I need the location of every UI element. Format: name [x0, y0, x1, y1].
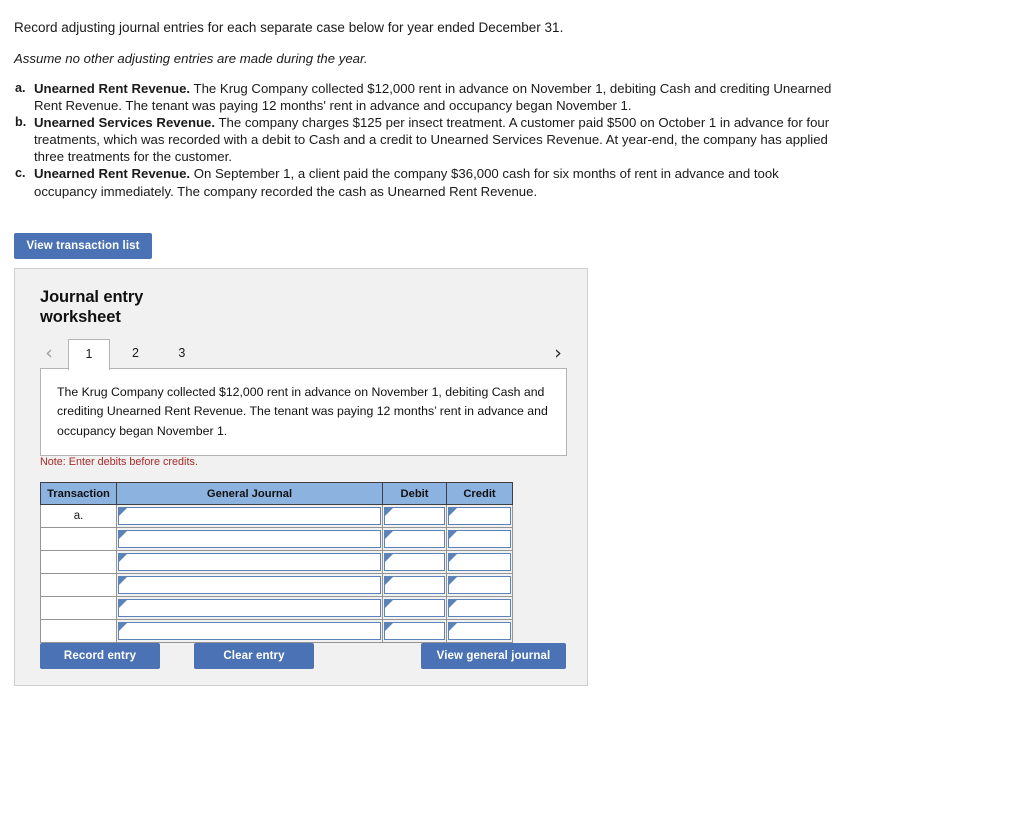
debit-cell[interactable] [382, 596, 447, 620]
case-marker: c. [15, 166, 26, 181]
chevron-left-icon[interactable]: ‹ [40, 339, 58, 367]
problem-lead: Record adjusting journal entries for eac… [14, 20, 564, 35]
credit-input[interactable] [448, 576, 511, 594]
table-row [40, 550, 513, 574]
credit-cell[interactable] [446, 619, 513, 643]
debit-cell[interactable] [382, 619, 447, 643]
table-row: a. [40, 504, 513, 528]
chevron-right-icon[interactable]: › [549, 339, 567, 367]
credit-cell[interactable] [446, 527, 513, 551]
case-list: a. Unearned Rent Revenue. The Krug Compan… [14, 80, 844, 200]
column-header-transaction: Transaction [40, 482, 117, 505]
general-journal-input[interactable] [118, 622, 381, 640]
credit-cell[interactable] [446, 504, 513, 528]
credit-cell[interactable] [446, 550, 513, 574]
credit-input[interactable] [448, 553, 511, 571]
debit-input[interactable] [384, 553, 445, 571]
clear-entry-button[interactable]: Clear entry [194, 643, 314, 669]
transaction-label: a. [40, 504, 117, 528]
transaction-label [40, 527, 117, 551]
general-journal-cell[interactable] [116, 527, 383, 551]
transaction-label [40, 573, 117, 597]
transaction-label [40, 550, 117, 574]
general-journal-cell[interactable] [116, 596, 383, 620]
view-general-journal-button[interactable]: View general journal [421, 643, 566, 669]
debit-input[interactable] [384, 622, 445, 640]
worksheet-tabs: 1 2 3 [68, 339, 203, 370]
general-journal-input[interactable] [118, 530, 381, 548]
case-item-c: c. Unearned Rent Revenue. On September 1,… [14, 165, 844, 199]
tab-2[interactable]: 2 [114, 339, 156, 368]
column-header-debit: Debit [382, 482, 447, 505]
problem-statement: Record adjusting journal entries for eac… [14, 18, 844, 200]
credit-input[interactable] [448, 622, 511, 640]
credit-input[interactable] [448, 507, 511, 525]
column-header-general-journal: General Journal [116, 482, 383, 505]
debit-input[interactable] [384, 507, 445, 525]
general-journal-cell[interactable] [116, 619, 383, 643]
table-row [40, 596, 513, 620]
general-journal-input[interactable] [118, 576, 381, 594]
general-journal-cell[interactable] [116, 550, 383, 574]
debit-input[interactable] [384, 576, 445, 594]
general-journal-input[interactable] [118, 507, 381, 525]
panel-title: Journal entry worksheet [40, 288, 144, 326]
credit-input[interactable] [448, 530, 511, 548]
table-row [40, 619, 513, 643]
table-header-row: Transaction General Journal Debit Credit [40, 482, 513, 505]
debit-cell[interactable] [382, 550, 447, 574]
general-journal-cell[interactable] [116, 573, 383, 597]
tab-1[interactable]: 1 [68, 339, 110, 370]
record-entry-button[interactable]: Record entry [40, 643, 160, 669]
case-term: Unearned Services Revenue. [34, 114, 216, 130]
worksheet-tabstrip: ‹ 1 2 3 › [40, 339, 567, 370]
general-journal-cell[interactable] [116, 504, 383, 528]
case-marker: b. [15, 114, 27, 129]
journal-entry-table: Transaction General Journal Debit Credit… [40, 482, 513, 643]
table-row [40, 527, 513, 551]
debit-input[interactable] [384, 599, 445, 617]
journal-entry-worksheet-panel: Journal entry worksheet ‹ 1 2 3 › The Kr… [14, 268, 588, 686]
case-term: Unearned Rent Revenue. [34, 166, 191, 182]
general-journal-input[interactable] [118, 599, 381, 617]
debits-before-credits-note: Note: Enter debits before credits. [40, 456, 198, 468]
case-item-a: a. Unearned Rent Revenue. The Krug Compan… [14, 80, 844, 114]
tab-3[interactable]: 3 [161, 339, 203, 368]
debit-cell[interactable] [382, 504, 447, 528]
debit-cell[interactable] [382, 527, 447, 551]
transaction-label [40, 619, 117, 643]
case-item-b: b. Unearned Services Revenue. The company… [14, 114, 844, 165]
scenario-description: The Krug Company collected $12,000 rent … [40, 368, 567, 457]
column-header-credit: Credit [446, 482, 513, 505]
debit-cell[interactable] [382, 573, 447, 597]
view-transaction-list-button[interactable]: View transaction list [14, 233, 152, 259]
credit-cell[interactable] [446, 596, 513, 620]
debit-input[interactable] [384, 530, 445, 548]
case-term: Unearned Rent Revenue. [34, 80, 191, 96]
credit-cell[interactable] [446, 573, 513, 597]
case-marker: a. [15, 80, 26, 95]
table-row [40, 573, 513, 597]
general-journal-input[interactable] [118, 553, 381, 571]
transaction-label [40, 596, 117, 620]
problem-assumption: Assume no other adjusting entries are ma… [14, 50, 368, 66]
credit-input[interactable] [448, 599, 511, 617]
